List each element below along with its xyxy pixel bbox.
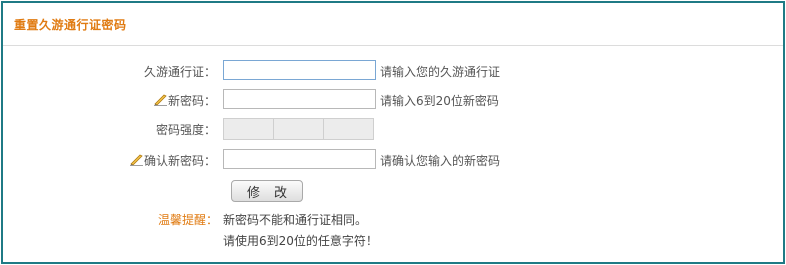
new-password-label-wrap: 新密码： [153,92,216,109]
strength-segment-weak [224,119,274,139]
strength-segment-medium [274,119,324,139]
strength-row: 密码强度： [3,118,783,140]
pencil-icon [153,94,167,106]
confirm-password-label: 确认新密码： [143,154,216,168]
account-label: 久游通行证： [143,65,216,79]
pencil-icon [129,154,143,166]
reset-password-panel: 重置久游通行证密码 久游通行证： 请输入您的久游通行证 新密码： 请输入6到20… [1,1,785,264]
new-password-label: 新密码： [167,94,216,108]
submit-button[interactable]: 修改 [231,180,303,202]
new-password-hint: 请输入6到20位新密码 [380,94,499,108]
account-row: 久游通行证： 请输入您的久游通行证 [3,60,783,82]
new-password-input[interactable] [223,89,376,109]
strength-label: 密码强度： [155,123,216,137]
confirm-password-label-wrap: 确认新密码： [129,152,216,169]
tip-line: 新密码不能和通行证相同。 [223,213,368,227]
password-strength-meter [223,118,374,140]
account-input[interactable] [223,60,376,80]
strength-segment-strong [324,119,373,139]
panel-header: 重置久游通行证密码 [3,3,783,46]
page-title: 重置久游通行证密码 [14,18,127,32]
confirm-password-input[interactable] [223,149,376,169]
tips-title: 温馨提醒： [158,213,219,227]
account-hint: 请输入您的久游通行证 [380,65,501,79]
confirm-password-row: 确认新密码： 请确认您输入的新密码 [3,149,783,171]
new-password-row: 新密码： 请输入6到20位新密码 [3,89,783,111]
confirm-password-hint: 请确认您输入的新密码 [380,154,501,168]
tip-line: 请使用6到20位的任意字符！ [223,234,378,248]
